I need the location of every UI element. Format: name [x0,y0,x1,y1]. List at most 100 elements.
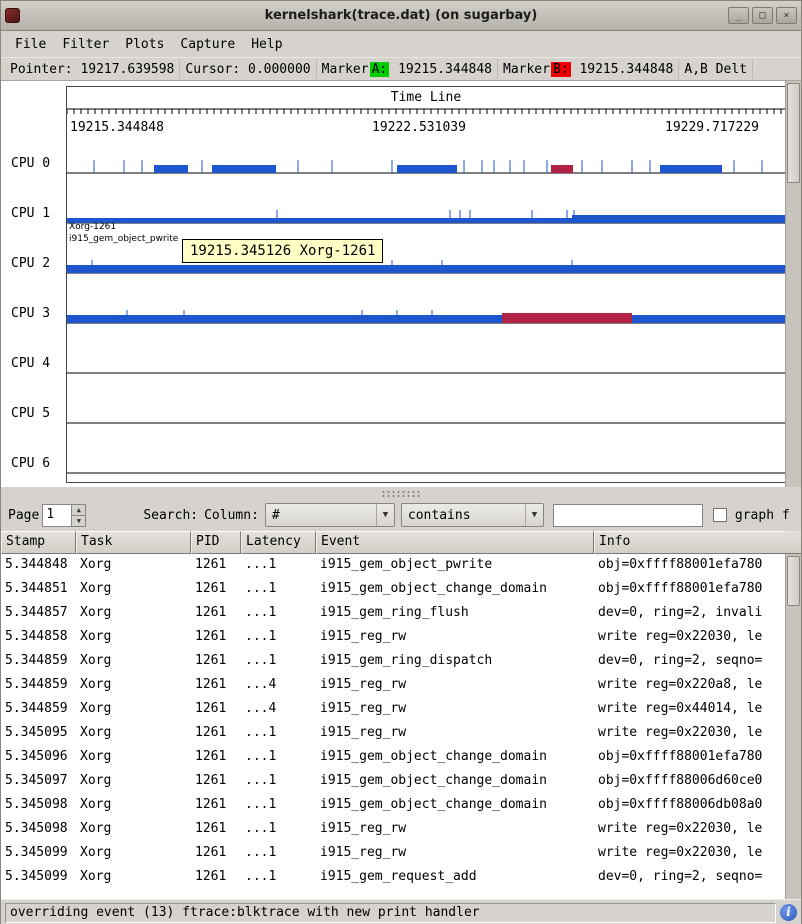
table-row[interactable]: 5.344859Xorg1261...4i915_reg_rwwrite reg… [1,674,787,698]
task-bar[interactable] [67,315,785,323]
cpu-label-cpu-0: CPU 0 [11,156,50,172]
match-select-value: contains [402,508,525,523]
menu-filter[interactable]: Filter [54,34,117,55]
table-row[interactable]: 5.344859Xorg1261...1i915_gem_ring_dispat… [1,650,787,674]
menu-capture[interactable]: Capture [172,34,243,55]
table-row[interactable]: 5.345098Xorg1261...1i915_gem_object_chan… [1,794,787,818]
table-cell: Xorg [76,794,191,818]
table-cell: Xorg [76,602,191,626]
table-cell: 1261 [191,770,241,794]
column-header-event[interactable]: Event [316,531,594,554]
task-bar[interactable] [154,165,188,173]
splitter-handle-icon [381,490,421,497]
table-cell: ...1 [241,650,316,674]
info-icon[interactable]: i [780,904,797,921]
table-row[interactable]: 5.345095Xorg1261...1i915_reg_rwwrite reg… [1,722,787,746]
table-cell: 5.345099 [1,842,76,866]
table-cell: Xorg [76,722,191,746]
table-row[interactable]: 5.345098Xorg1261...1i915_reg_rwwrite reg… [1,818,787,842]
marker-b-value: 19215.344848 [579,62,673,77]
table-cell: Xorg [76,578,191,602]
table-row[interactable]: 5.344859Xorg1261...4i915_reg_rwwrite reg… [1,698,787,722]
task-bar[interactable] [397,165,457,173]
table-cell: 5.344848 [1,554,76,578]
table-row[interactable]: 5.344848Xorg1261...1i915_gem_object_pwri… [1,554,787,578]
table-cell: 5.345099 [1,866,76,890]
menu-plots[interactable]: Plots [117,34,172,55]
list-scrollbar-thumb[interactable] [787,556,800,606]
table-cell: i915_gem_object_change_domain [316,770,594,794]
table-cell: Xorg [76,770,191,794]
table-cell: i915_gem_object_change_domain [316,794,594,818]
match-select[interactable]: contains ▼ [401,503,544,527]
timeline-timestamp: 19222.531039 [372,120,466,135]
list-scrollbar[interactable] [785,554,801,899]
page-spinbox[interactable]: 1 ▲ ▼ [42,504,86,527]
table-cell: 5.345097 [1,770,76,794]
column-header-stamp[interactable]: Stamp [1,531,76,554]
graph-follows-checkbox[interactable] [713,508,727,522]
menu-help[interactable]: Help [243,34,290,55]
menu-bar: FileFilterPlotsCaptureHelp [1,31,801,57]
timeline-plot[interactable]: Time Line19215.34484819222.53103919229.7… [66,86,786,483]
task-bar[interactable] [572,215,785,223]
timeline-plot-svg[interactable]: Time Line19215.34484819222.53103919229.7… [67,87,785,482]
column-label: Column: [201,508,262,523]
chevron-down-icon: ▼ [525,504,543,526]
timeline-timestamp: 19215.344848 [70,120,164,135]
table-cell: obj=0xffff88006d60ce0 [594,770,787,794]
page-spin-arrows: ▲ ▼ [71,505,85,526]
table-cell: i915_gem_object_pwrite [316,554,594,578]
window-title: kernelshark(trace.dat) (on sugarbay) [1,8,801,23]
table-row[interactable]: 5.345099Xorg1261...1i915_gem_request_add… [1,866,787,890]
table-cell: write reg=0x44014, le [594,698,787,722]
pane-splitter[interactable] [1,487,801,499]
delta-label: A,B Delt [684,62,747,77]
table-cell: 1261 [191,818,241,842]
table-row[interactable]: 5.344857Xorg1261...1i915_gem_ring_flushd… [1,602,787,626]
table-cell: i915_reg_rw [316,626,594,650]
table-row[interactable]: 5.345099Xorg1261...1i915_reg_rwwrite reg… [1,842,787,866]
task-bar[interactable] [67,265,785,273]
spin-up-icon[interactable]: ▲ [72,505,85,515]
table-cell: Xorg [76,674,191,698]
column-header-pid[interactable]: PID [191,531,241,554]
table-cell: obj=0xffff88001efa780 [594,554,787,578]
minimize-button[interactable]: _ [728,7,749,24]
task-bar[interactable] [660,165,722,173]
table-cell: dev=0, ring=2, seqno= [594,866,787,890]
table-row[interactable]: 5.344851Xorg1261...1i915_gem_object_chan… [1,578,787,602]
table-row[interactable]: 5.345097Xorg1261...1i915_gem_object_chan… [1,770,787,794]
column-header-info[interactable]: Info [594,531,787,554]
column-header-latency[interactable]: Latency [241,531,316,554]
graph-scrollbar-thumb[interactable] [787,83,800,183]
page-value[interactable]: 1 [43,505,71,526]
task-bar[interactable] [551,165,573,173]
graph-scrollbar[interactable] [785,81,801,487]
table-row[interactable]: 5.345096Xorg1261...1i915_gem_object_chan… [1,746,787,770]
column-select[interactable]: # ▼ [265,503,395,527]
status-bar: overriding event (13) ftrace:blktrace wi… [1,899,801,924]
table-cell: Xorg [76,866,191,890]
table-cell: 5.344857 [1,602,76,626]
column-header-task[interactable]: Task [76,531,191,554]
table-cell: write reg=0x22030, le [594,626,787,650]
menu-file[interactable]: File [7,34,54,55]
table-cell: ...1 [241,578,316,602]
table-body: 5.344848Xorg1261...1i915_gem_object_pwri… [1,554,787,899]
task-label: Xorg-1261 [69,222,116,232]
marker-a-label: Marker [322,62,369,77]
table-row[interactable]: 5.344858Xorg1261...1i915_reg_rwwrite reg… [1,626,787,650]
title-bar[interactable]: kernelshark(trace.dat) (on sugarbay) _□× [1,1,801,31]
search-label: Search: [140,508,201,523]
task-bar[interactable] [212,165,276,173]
spin-down-icon[interactable]: ▼ [72,515,85,526]
table-cell: 5.345098 [1,818,76,842]
pointer-bar: Pointer: 19217.639598 Cursor: 0.000000 M… [1,57,801,81]
close-button[interactable]: × [776,7,797,24]
table-cell: ...1 [241,770,316,794]
maximize-button[interactable]: □ [752,7,773,24]
search-input[interactable] [553,504,703,527]
timeline-timestamp: 19229.717229 [665,120,759,135]
task-bar[interactable] [502,313,632,323]
